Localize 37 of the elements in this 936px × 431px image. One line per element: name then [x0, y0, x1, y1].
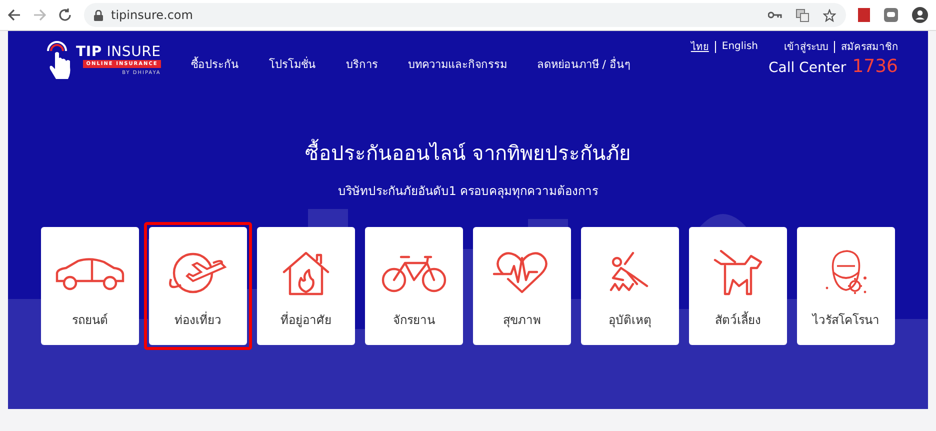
- hero-title: ซื้อประกันออนไลน์ จากทิพยประกันภัย: [304, 137, 632, 169]
- lock-icon: [94, 10, 103, 20]
- profile-icon[interactable]: [912, 7, 928, 23]
- category-label: ท่องเที่ยว: [174, 310, 222, 329]
- star-icon[interactable]: [823, 8, 836, 22]
- account-link[interactable]: สมัครสมาชิก: [841, 39, 898, 54]
- url-text: tipinsure.com: [111, 8, 193, 22]
- hand-pointer-icon: [44, 39, 72, 81]
- nav-link[interactable]: บทความและกิจกรรม: [408, 55, 507, 73]
- category-label: อุบัติเหตุ: [608, 312, 652, 329]
- category-label: รถยนต์: [72, 312, 108, 329]
- house-fire-icon: [281, 250, 331, 296]
- key-icon[interactable]: [768, 11, 782, 19]
- category-label: จักรยาน: [393, 312, 435, 329]
- reload-icon[interactable]: [58, 8, 72, 22]
- chat-icon[interactable]: [884, 8, 898, 22]
- language-link[interactable]: English: [722, 41, 758, 52]
- bicycle-icon: [381, 253, 447, 293]
- category-label: ที่อยู่อาศัย: [280, 310, 332, 329]
- logo-wordmark: TIP INSURE: [76, 44, 161, 60]
- address-bar[interactable]: tipinsure.com: [84, 3, 846, 27]
- category-label: ไวรัสโคโรนา: [812, 312, 880, 329]
- dog-icon: [713, 250, 763, 296]
- translate-icon[interactable]: [796, 8, 809, 22]
- nav-link[interactable]: ซื้อประกัน: [190, 55, 239, 73]
- category-label: สัตว์เลี้ยง: [715, 310, 761, 329]
- category-label: สุขภาพ: [503, 312, 541, 329]
- nav-link[interactable]: บริการ: [346, 55, 378, 73]
- call-center-label: Call Center: [768, 60, 846, 76]
- nav-link[interactable]: โปรโมชั่น: [268, 55, 316, 73]
- call-center-number[interactable]: 1736: [852, 56, 898, 77]
- hero-subtitle: บริษัทประกันภัยอันดับ1 ครอบคลุมทุกความต้องการ: [338, 183, 598, 200]
- insurance-category-card[interactable]: ท่องเที่ยว: [144, 222, 252, 350]
- back-icon[interactable]: [8, 9, 21, 21]
- account-link[interactable]: เข้าสู่ระบบ: [784, 39, 828, 54]
- language-link[interactable]: ไทย: [690, 39, 709, 54]
- nav-link[interactable]: ลดหย่อนภาษี / อื่นๆ: [536, 55, 630, 73]
